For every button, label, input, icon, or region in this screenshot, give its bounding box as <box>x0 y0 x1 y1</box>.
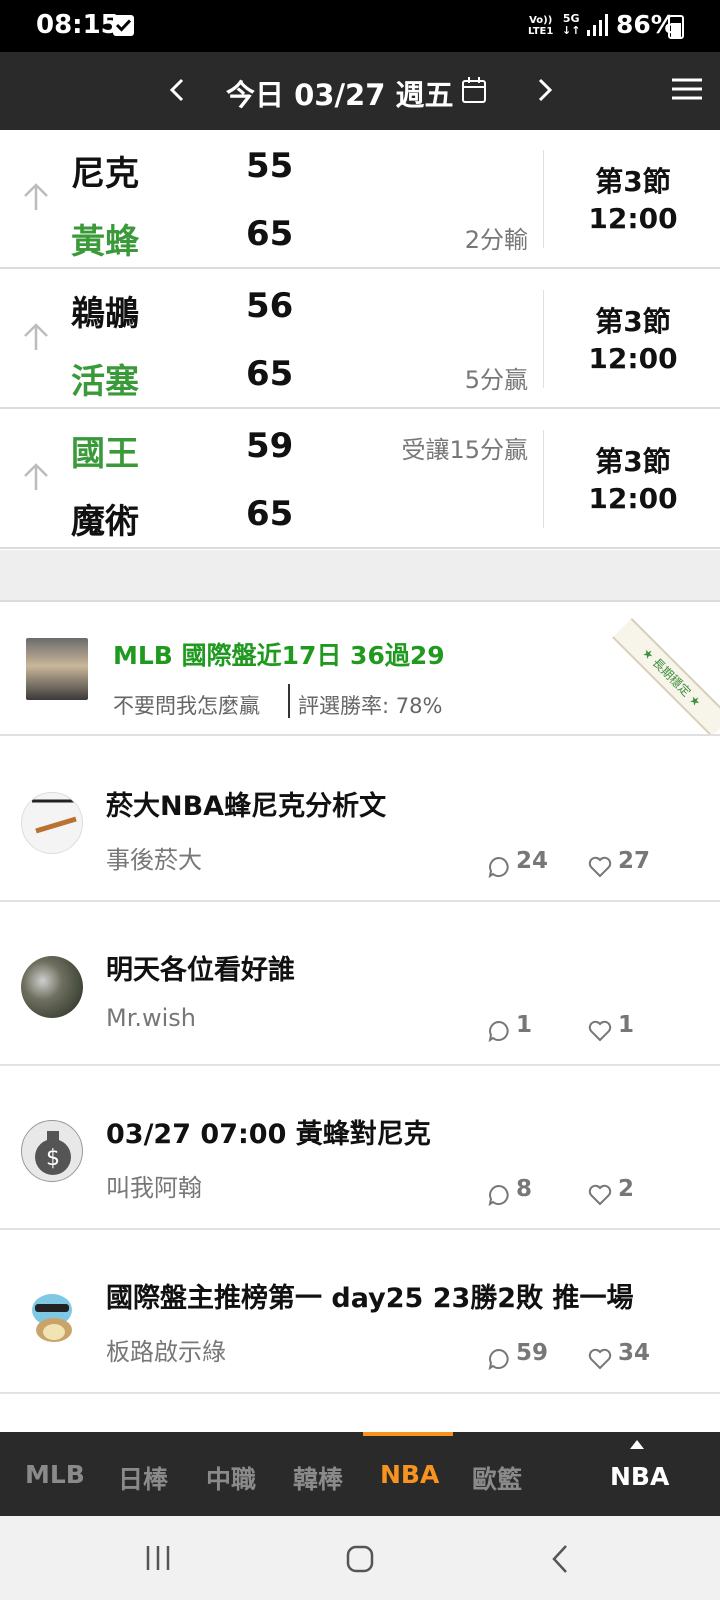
promo-title: MLB 國際盤近17日 36過29 <box>113 641 445 670</box>
like-count: 2 <box>618 1176 635 1202</box>
stable-ribbon: ★ 長期穩定 ★ <box>612 618 720 734</box>
like-count: 1 <box>618 1012 635 1038</box>
handicap-result: 5分贏 <box>464 366 528 394</box>
post-author: 事後菸大 <box>106 846 202 874</box>
team-score: 65 <box>246 354 294 394</box>
game-clock: 12:00 <box>588 482 678 515</box>
team-score: 59 <box>246 426 294 466</box>
date-header: 今日 03/27 週五 <box>0 52 720 130</box>
comment-icon <box>488 1184 509 1206</box>
status-bar: 08:15 Vo)) LTE1 5G ↓↑ 86% <box>0 0 720 52</box>
volte-indicator: Vo)) LTE1 <box>528 15 554 37</box>
post-item[interactable]: 明天各位看好誰 Mr.wish 1 1 <box>0 902 720 1066</box>
heart-icon[interactable] <box>588 1184 612 1206</box>
network-type-icon: 5G ↓↑ <box>562 12 581 37</box>
team-score: 55 <box>246 146 294 186</box>
comment-icon <box>488 856 509 878</box>
game-clock: 12:00 <box>588 342 678 375</box>
tab-mlb[interactable]: MLB <box>25 1460 85 1489</box>
tipster-name: 不要問我怎麼贏 <box>113 694 260 718</box>
handicap-result: 2分輸 <box>464 226 528 254</box>
post-author: 叫我阿翰 <box>106 1174 202 1202</box>
heart-icon[interactable] <box>588 856 612 878</box>
post-avatar: $ <box>21 1120 83 1182</box>
team-name: 黃蜂 <box>71 222 139 262</box>
section-gap <box>0 550 720 602</box>
post-title: 菸大NBA蜂尼克分析文 <box>106 791 387 822</box>
like-count: 27 <box>618 848 651 874</box>
comment-count: 1 <box>516 1012 533 1038</box>
signal-icon <box>587 14 608 36</box>
next-day-chevron-icon[interactable] <box>530 70 560 110</box>
comment-count: 8 <box>516 1176 533 1202</box>
up-arrow-icon[interactable] <box>22 182 50 212</box>
post-avatar <box>21 792 83 854</box>
team-name: 國王 <box>71 434 139 474</box>
heart-icon[interactable] <box>588 1020 612 1042</box>
post-avatar <box>21 1284 83 1346</box>
comment-count: 24 <box>516 848 549 874</box>
tab-euroleague[interactable]: 歐籃 <box>472 1460 522 1496</box>
post-avatar <box>21 956 83 1018</box>
up-arrow-icon[interactable] <box>22 322 50 352</box>
team-name: 尼克 <box>71 154 139 194</box>
back-icon[interactable] <box>548 1544 572 1574</box>
tab-nba[interactable]: NBA <box>380 1460 439 1489</box>
post-item[interactable]: $ 03/27 07:00 黃蜂對尼克 叫我阿翰 8 2 <box>0 1066 720 1230</box>
tipster-promo[interactable]: MLB 國際盤近17日 36過29 不要問我怎麼贏 評選勝率: 78% ★ 長期… <box>0 602 720 736</box>
up-arrow-icon[interactable] <box>22 462 50 492</box>
game-period: 第3節 <box>595 165 671 198</box>
divider <box>543 290 544 388</box>
like-count: 34 <box>618 1340 651 1366</box>
post-author: Mr.wish <box>106 1004 197 1032</box>
menu-icon[interactable] <box>672 77 702 101</box>
tab-npb[interactable]: 日棒 <box>118 1460 168 1496</box>
post-title: 國際盤主推榜第一 day25 23勝2敗 推一場 <box>106 1283 634 1314</box>
tab-kbo[interactable]: 韓棒 <box>293 1460 343 1496</box>
team-score: 65 <box>246 494 294 534</box>
win-rate: 評選勝率: 78% <box>298 694 443 718</box>
league-tab-bar: MLB 日棒 中職 韓棒 NBA 歐籃 NBA <box>0 1432 720 1516</box>
tipster-avatar <box>26 638 88 700</box>
game-period: 第3節 <box>595 445 671 478</box>
current-league-selector[interactable]: NBA <box>610 1462 669 1491</box>
divider <box>543 430 544 528</box>
tab-cpbl[interactable]: 中職 <box>206 1460 256 1496</box>
game-card[interactable]: 國王 59 魔術 65 受讓15分贏 第3節 12:00 <box>0 410 720 549</box>
active-tab-indicator <box>363 1432 453 1436</box>
status-time: 08:15 <box>36 10 119 40</box>
handicap-result: 受讓15分贏 <box>401 436 528 464</box>
recent-apps-icon[interactable] <box>144 1544 172 1572</box>
post-item[interactable]: 菸大NBA蜂尼克分析文 事後菸大 24 27 <box>0 738 720 902</box>
team-score: 56 <box>246 286 294 326</box>
team-name: 活塞 <box>71 362 139 402</box>
comment-count: 59 <box>516 1340 549 1366</box>
system-nav-bar <box>0 1516 720 1600</box>
team-name: 鵜鶘 <box>71 294 139 334</box>
svg-text:$: $ <box>46 1146 60 1171</box>
comment-icon <box>488 1020 509 1042</box>
game-card[interactable]: 尼克 55 黃蜂 65 2分輸 第3節 12:00 <box>0 130 720 269</box>
game-clock: 12:00 <box>588 202 678 235</box>
notification-check-icon <box>113 15 134 36</box>
heart-icon[interactable] <box>588 1348 612 1370</box>
post-item[interactable]: 國際盤主推榜第一 day25 23勝2敗 推一場 板路啟示綠 59 34 <box>0 1230 720 1394</box>
calendar-icon[interactable] <box>461 76 487 104</box>
team-name: 魔術 <box>71 502 139 542</box>
battery-percent: 86% <box>616 10 676 39</box>
comment-icon <box>488 1348 509 1370</box>
caret-up-icon[interactable] <box>630 1440 644 1449</box>
battery-icon <box>668 15 684 39</box>
game-period: 第3節 <box>595 305 671 338</box>
post-title: 03/27 07:00 黃蜂對尼克 <box>106 1119 431 1150</box>
game-card[interactable]: 鵜鶘 56 活塞 65 5分贏 第3節 12:00 <box>0 270 720 409</box>
divider <box>288 684 290 718</box>
divider <box>543 150 544 248</box>
post-title: 明天各位看好誰 <box>106 955 295 986</box>
post-author: 板路啟示綠 <box>106 1338 226 1366</box>
prev-day-chevron-icon[interactable] <box>162 70 192 110</box>
date-title[interactable]: 今日 03/27 週五 <box>226 72 454 114</box>
team-score: 65 <box>246 214 294 254</box>
home-icon[interactable] <box>345 1544 375 1574</box>
